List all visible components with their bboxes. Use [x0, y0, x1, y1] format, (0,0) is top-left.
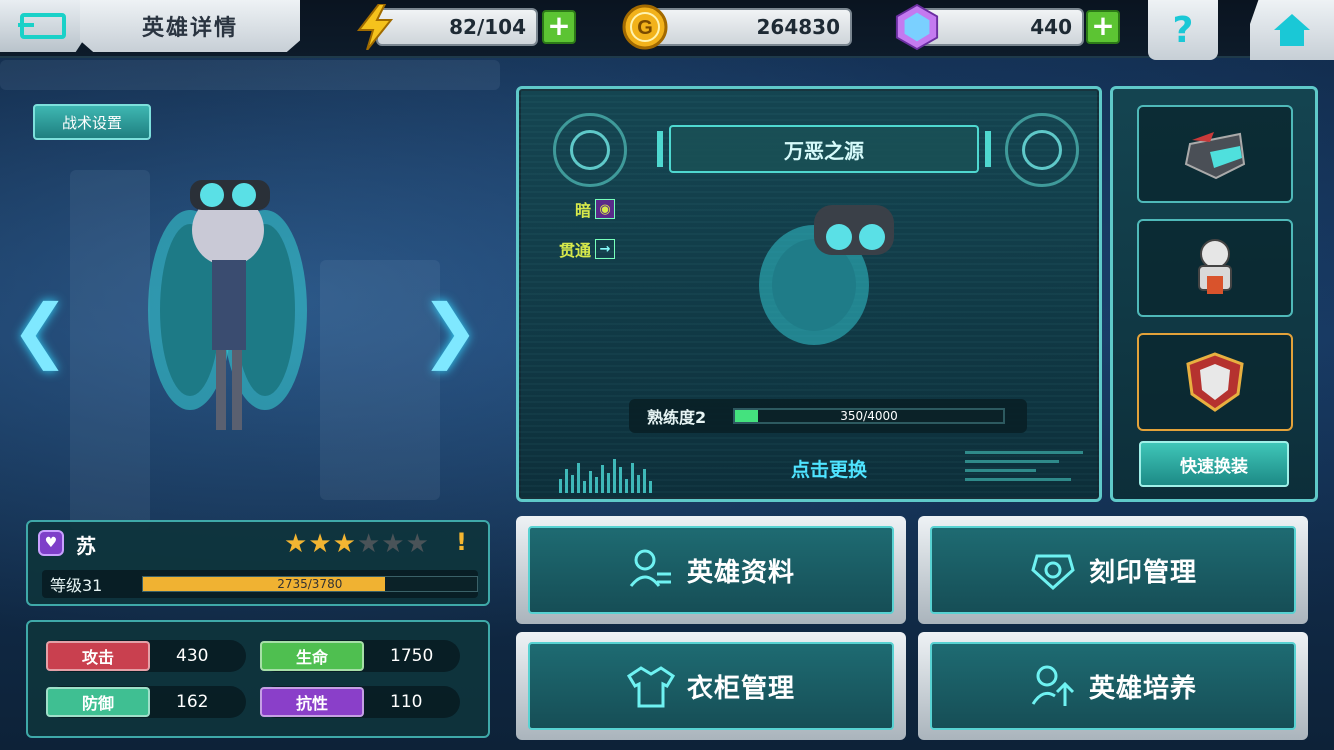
alert-icon[interactable]: ! [456, 528, 467, 556]
svg-text:G: G [637, 17, 653, 39]
top-bar: 英雄详情 82/104 + 264830 G 440 + ? [0, 0, 1334, 60]
weapon-panel: 万恶之源 暗 ◉ 贯通 → 熟练度2 350/4000 点击更换 [516, 86, 1102, 502]
imprint-icon [1031, 554, 1075, 591]
help-button[interactable]: ? [1148, 0, 1218, 60]
equalizer-decoration [559, 451, 667, 493]
back-button[interactable] [0, 0, 86, 52]
home-icon [1274, 14, 1310, 46]
mecha-icon [1198, 239, 1232, 294]
hero-star-rating: ★ ★ ★ ★ ★ ★ [284, 530, 429, 558]
star-icon: ★ [284, 529, 308, 559]
star-icon: ★ [405, 529, 429, 559]
stat-attack-label: 攻击 [46, 641, 150, 671]
gem-value: 440 [1030, 15, 1072, 39]
stat-attack: 攻击 430 [46, 640, 246, 672]
next-hero-arrow[interactable]: ❯ [420, 289, 480, 371]
dark-element-icon: ◉ [595, 199, 616, 219]
star-icon: ★ [356, 529, 381, 559]
star-icon: ★ [381, 529, 405, 559]
upgrade-arrow-icon [1031, 665, 1075, 706]
hero-name: 苏 [76, 534, 96, 558]
stamina-bar: 82/104 [376, 8, 538, 46]
add-stamina-button[interactable]: + [542, 10, 576, 44]
equipment-slot-emblem[interactable] [1137, 333, 1293, 431]
weapon-element-label: 暗 [575, 201, 592, 220]
hero-level-row: 等级31 2735/3780 [42, 570, 478, 598]
tactics-settings-button[interactable]: 战术设置 [33, 104, 151, 140]
armor-icon [1184, 132, 1246, 180]
imprint-management-label: 刻印管理 [1088, 557, 1197, 588]
star-icon: ★ [308, 529, 332, 559]
emblem-shield-icon [1186, 352, 1244, 412]
back-arrow-icon [18, 13, 66, 39]
stamina-value: 82/104 [449, 15, 526, 39]
hero-level: 等级31 [50, 576, 103, 595]
stat-defense-value: 162 [176, 692, 209, 712]
gold-coin-icon: G [622, 4, 668, 50]
question-icon: ? [1172, 9, 1194, 51]
hero-training-button[interactable]: 英雄培养 [918, 632, 1308, 740]
user-profile-icon [629, 549, 671, 587]
lines-decoration [965, 451, 1083, 493]
lightning-icon [352, 4, 398, 50]
stat-hp-value: 1750 [390, 646, 434, 666]
prev-hero-arrow[interactable]: ❮ [10, 289, 70, 371]
hero-info-button[interactable]: 英雄资料 [516, 516, 906, 624]
exp-value: 2735/3780 [277, 577, 343, 591]
gold-value: 264830 [756, 15, 841, 39]
weapon-element: 暗 ◉ [575, 197, 616, 221]
star-icon: ★ [332, 529, 356, 559]
hero-stats-panel: 攻击 430 生命 1750 防御 162 抗性 110 [26, 620, 490, 738]
weapon-name: 万恶之源 [657, 125, 991, 173]
stat-defense: 防御 162 [46, 686, 246, 718]
imprint-management-button[interactable]: 刻印管理 [918, 516, 1308, 624]
stat-hp: 生命 1750 [260, 640, 460, 672]
quick-equip-button[interactable]: 快速换装 [1139, 441, 1289, 487]
equipment-slot-mecha[interactable] [1137, 219, 1293, 317]
proficiency-value: 350/4000 [840, 409, 898, 423]
home-button[interactable] [1250, 0, 1334, 60]
stat-resistance: 抗性 110 [260, 686, 460, 718]
hero-info-panel: ♥ 苏 ★ ★ ★ ★ ★ ★ ! 等级31 2735/3780 [26, 520, 490, 606]
proficiency-bar: 熟练度2 350/4000 [629, 399, 1027, 433]
gem-icon [894, 3, 940, 51]
weapon-trait-label: 贯通 [559, 241, 592, 260]
stat-hp-label: 生命 [260, 641, 364, 671]
target-reticle-icon [553, 113, 627, 187]
radar-circle-icon [1005, 113, 1079, 187]
hero-info-label: 英雄资料 [686, 557, 795, 588]
hero-training-label: 英雄培养 [1088, 673, 1197, 704]
equipment-panel: 快速换装 [1110, 86, 1318, 502]
wardrobe-management-button[interactable]: 衣柜管理 [516, 632, 906, 740]
stat-attack-value: 430 [176, 646, 209, 666]
gold-bar: 264830 [640, 8, 852, 46]
stat-resistance-value: 110 [390, 692, 423, 712]
stat-resistance-label: 抗性 [260, 687, 364, 717]
change-weapon-button[interactable]: 点击更换 [749, 455, 909, 483]
page-title: 英雄详情 [80, 0, 300, 52]
gem-bar: 440 [918, 8, 1084, 46]
stat-defense-label: 防御 [46, 687, 150, 717]
wardrobe-management-label: 衣柜管理 [686, 673, 795, 704]
hero-element-icon: ♥ [38, 530, 64, 556]
weapon-trait: 贯通 → [559, 237, 616, 261]
add-gem-button[interactable]: + [1086, 10, 1120, 44]
weapon-image [744, 175, 914, 355]
equipment-slot-armor[interactable] [1137, 105, 1293, 203]
exp-track: 2735/3780 [141, 576, 478, 592]
proficiency-track: 350/4000 [733, 408, 1005, 424]
hero-character-portrait [140, 150, 310, 450]
proficiency-label: 熟练度2 [647, 408, 707, 427]
pierce-icon: → [595, 239, 616, 259]
shirt-icon [626, 666, 675, 708]
